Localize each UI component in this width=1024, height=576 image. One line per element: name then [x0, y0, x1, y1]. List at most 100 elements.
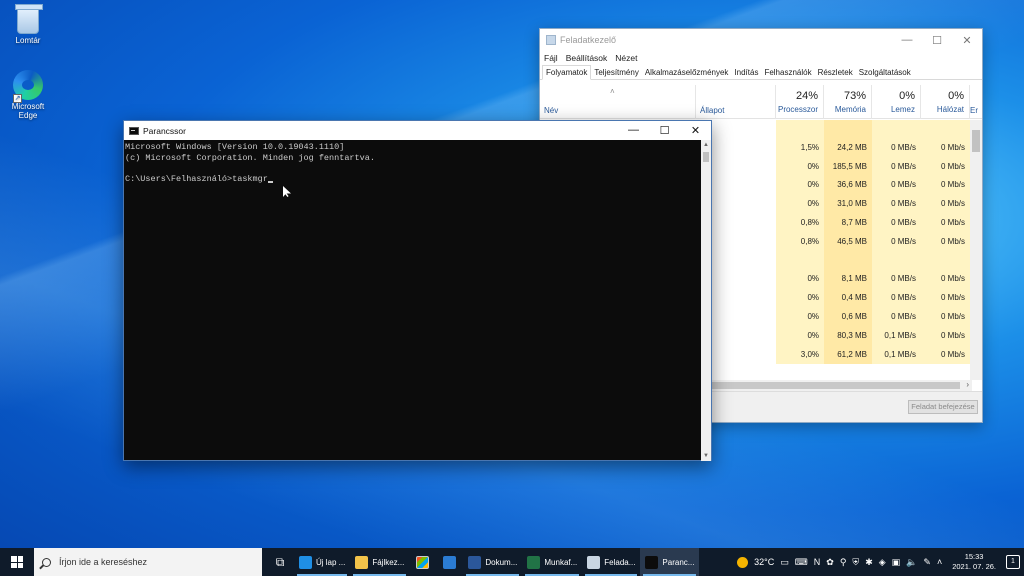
desktop-icon-edge[interactable]: ↗ Microsoft Edge: [0, 70, 56, 120]
task-manager-titlebar[interactable]: Feladatkezelő — ☐ ✕: [540, 29, 982, 51]
console-output[interactable]: Microsoft Windows [Version 10.0.19043.11…: [124, 140, 702, 461]
memory-cell: 185,5 MB: [824, 157, 872, 177]
start-button[interactable]: [0, 548, 34, 576]
clock-time: 15:33: [964, 552, 984, 561]
onenote-icon[interactable]: N: [814, 557, 821, 567]
tray-app-icon[interactable]: ▭: [780, 557, 789, 568]
disk-percent: 0%: [899, 90, 915, 102]
network-cell: 0 Mb/s: [921, 157, 970, 177]
window-title: Feladatkezelő: [560, 35, 617, 45]
disk-cell: 0 MB/s: [872, 157, 921, 177]
menu-options[interactable]: Beállítások: [566, 53, 608, 63]
tab-details[interactable]: Részletek: [815, 66, 856, 79]
taskbar-app-label: Felada...: [604, 557, 636, 567]
scroll-thumb[interactable]: [972, 130, 980, 152]
memory-cell: 8,1 MB: [824, 270, 872, 290]
close-button[interactable]: ✕: [952, 34, 982, 47]
network-icon[interactable]: ▣: [892, 557, 901, 568]
cpu-cell: 0%: [776, 176, 824, 196]
maximize-button[interactable]: ☐: [649, 124, 680, 137]
disk-cell: 0 MB/s: [872, 270, 921, 290]
taskbar-app-label: Munkaf...: [544, 557, 578, 567]
tab-app-history[interactable]: Alkalmazáselőzmények: [642, 66, 732, 79]
maximize-button[interactable]: ☐: [922, 34, 952, 47]
usb-icon[interactable]: ⚲: [840, 557, 847, 568]
tab-users[interactable]: Felhasználók: [761, 66, 814, 79]
pen-icon[interactable]: ✎: [923, 557, 931, 568]
weather-temperature[interactable]: 32°C: [754, 557, 774, 567]
memory-cell: 31,0 MB: [824, 195, 872, 214]
tab-processes[interactable]: Folyamatok: [542, 65, 592, 80]
notifications-icon[interactable]: 1: [1006, 555, 1020, 569]
cmd-scrollbar[interactable]: ▲ ▼: [701, 140, 711, 461]
taskbar-app[interactable]: Paranc...: [640, 548, 700, 576]
volume-icon[interactable]: 🔈: [906, 557, 917, 568]
taskbar-app[interactable]: Új lap ...: [294, 548, 350, 576]
disk-cell: 0 MB/s: [872, 213, 921, 233]
cmd-icon: [645, 555, 659, 569]
mail-icon: [443, 555, 457, 569]
menu-view[interactable]: Nézet: [615, 53, 637, 63]
taskbar-app[interactable]: Fájlkez...: [350, 548, 409, 576]
network-cell: 0 Mb/s: [921, 345, 970, 365]
column-extra[interactable]: Er: [970, 85, 982, 119]
task-manager-icon: [587, 555, 601, 569]
console-line: ​: [125, 163, 701, 174]
desktop-icon-label: Microsoft Edge: [11, 102, 45, 120]
network-cell: 0 Mb/s: [921, 307, 970, 327]
tab-performance[interactable]: Teljesítmény: [591, 66, 641, 79]
windows-logo-icon: [11, 556, 23, 568]
taskbar-app[interactable]: [409, 548, 436, 576]
taskbar-search[interactable]: Írjon ide a kereséshez: [34, 548, 262, 576]
column-disk[interactable]: 0% Lemez: [872, 85, 921, 119]
network-cell: 0 Mb/s: [921, 289, 970, 308]
defender-icon[interactable]: ⛨: [852, 557, 859, 568]
bluetooth-icon[interactable]: ✱: [865, 557, 873, 568]
scroll-up-icon[interactable]: ▲: [701, 140, 711, 150]
menu-file[interactable]: Fájl: [544, 53, 558, 63]
cmd-titlebar[interactable]: Parancssor — ☐ ✕: [124, 121, 711, 140]
memory-cell: 46,5 MB: [824, 232, 872, 252]
desktop-icon-recycle-bin[interactable]: Lomtár: [0, 4, 56, 45]
disk-cell: [872, 120, 921, 139]
scroll-right-icon[interactable]: ›: [966, 380, 969, 389]
column-network[interactable]: 0% Hálózat: [921, 85, 970, 119]
tab-services[interactable]: Szolgáltatások: [856, 66, 914, 79]
security-icon[interactable]: ◈: [879, 557, 886, 568]
cpu-cell: 0%: [776, 157, 824, 177]
scroll-thumb[interactable]: [703, 152, 709, 162]
cpu-cell: 0%: [776, 270, 824, 290]
teams-icon[interactable]: ✿: [826, 557, 834, 568]
extra-column-label: Er: [970, 106, 978, 115]
memory-cell: 0,6 MB: [824, 307, 872, 327]
task-view-icon[interactable]: ⧉: [266, 548, 294, 576]
cpu-cell: 3,0%: [776, 345, 824, 365]
taskbar-app[interactable]: Felada...: [582, 548, 640, 576]
vertical-scrollbar[interactable]: [970, 120, 982, 380]
scroll-thumb[interactable]: [690, 382, 960, 389]
taskbar-app[interactable]: Dokum...: [463, 548, 522, 576]
keyboard-icon[interactable]: ⌨: [795, 557, 808, 568]
cpu-cell: 0%: [776, 307, 824, 327]
taskbar-app[interactable]: Munkaf...: [522, 548, 582, 576]
tab-startup[interactable]: Indítás: [731, 66, 761, 79]
weather-icon[interactable]: [737, 556, 749, 568]
column-memory[interactable]: 73% Memória: [824, 85, 872, 119]
network-cell: 0 Mb/s: [921, 270, 970, 290]
system-tray: 32°C ▭ ⌨ N ✿ ⚲ ⛨ ✱ ◈ ▣ 🔈 ✎ ˄ 15:33 2021.…: [737, 552, 1024, 572]
memory-cell: [824, 120, 872, 139]
memory-cell: 36,6 MB: [824, 176, 872, 196]
column-cpu[interactable]: 24% Processzor: [776, 85, 824, 119]
cpu-cell: 0,8%: [776, 232, 824, 252]
close-button[interactable]: ✕: [680, 124, 711, 137]
clock[interactable]: 15:33 2021. 07. 26.: [952, 552, 996, 572]
network-cell: 0 Mb/s: [921, 138, 970, 158]
column-state-divider: [696, 85, 776, 119]
taskbar-app[interactable]: [436, 548, 463, 576]
minimize-button[interactable]: —: [892, 34, 922, 47]
scroll-down-icon[interactable]: ▼: [701, 451, 711, 461]
chevron-up-icon[interactable]: ˄: [937, 557, 942, 567]
minimize-button[interactable]: —: [618, 124, 649, 137]
end-task-button[interactable]: Feladat befejezése: [908, 400, 978, 414]
desktop-icon-label: Lomtár: [15, 36, 41, 45]
